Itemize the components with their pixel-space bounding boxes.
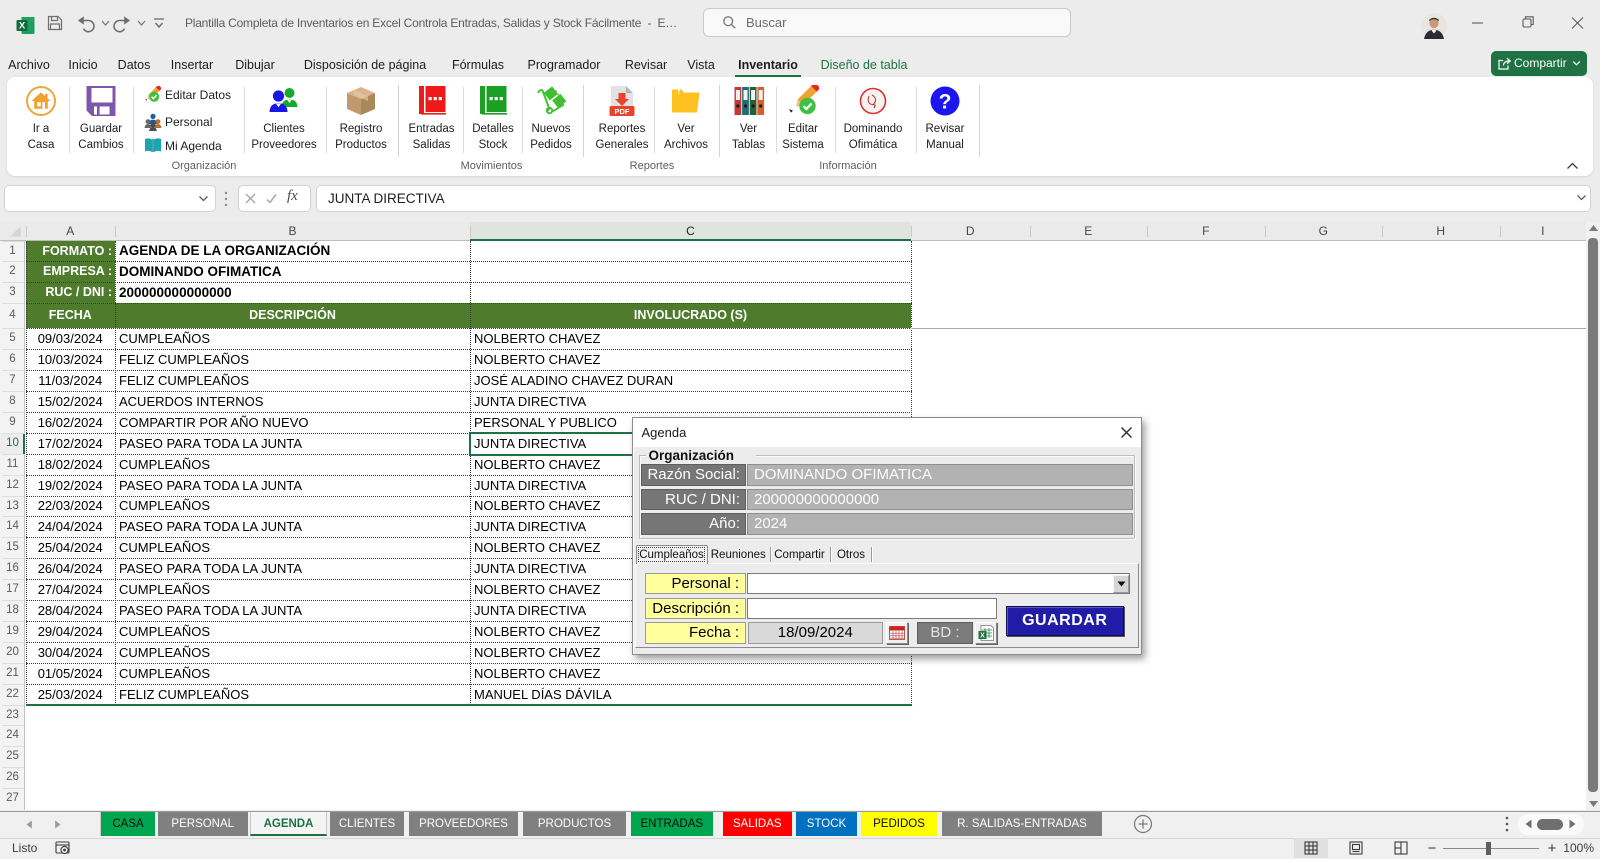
svg-text:X: X bbox=[980, 633, 985, 640]
svg-text:PDF: PDF bbox=[615, 107, 630, 116]
svg-text:?: ? bbox=[939, 91, 952, 114]
svg-text:X: X bbox=[19, 21, 26, 32]
